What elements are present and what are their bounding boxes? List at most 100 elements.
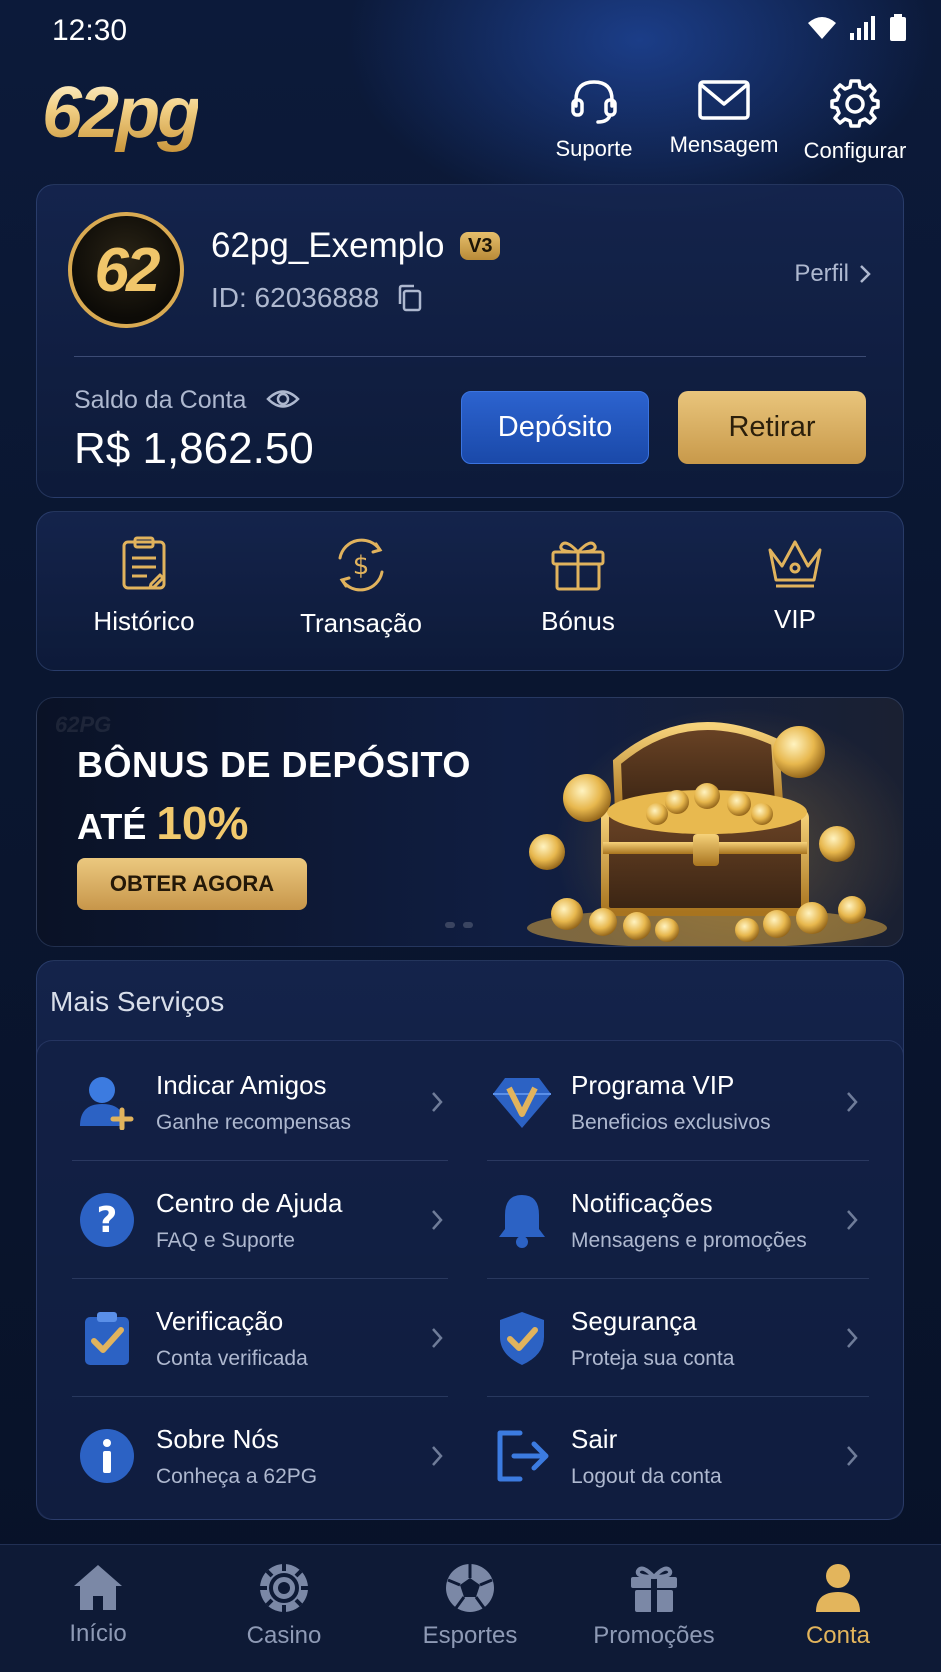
chevron-right-icon [847,1210,858,1230]
service-logout[interactable]: Sair Logout da conta [487,1397,867,1515]
banner-percentage: 10% [156,797,249,849]
service-title: Sair [571,1423,618,1454]
nav-sports-label: Esportes [422,1622,518,1649]
avatar[interactable]: 62 [68,212,184,328]
divider [74,356,866,357]
crown-icon [768,540,822,588]
help-icon: ? [80,1193,134,1247]
message-button[interactable]: Mensagem [655,78,793,164]
svg-text:$: $ [353,551,370,581]
service-notifications[interactable]: Notificações Mensagens e promoções [487,1161,867,1279]
deposit-button[interactable]: Depósito [461,391,649,464]
service-verification[interactable]: Verificação Conta verificada [72,1279,452,1397]
nav-casino-label: Casino [246,1622,322,1649]
support-label: Suporte [555,136,633,161]
quick-action-history[interactable]: Histórico [44,536,244,637]
support-button[interactable]: Suporte [533,78,655,164]
brand-logo[interactable]: 62pg [42,72,201,154]
nav-account[interactable]: Conta [748,1562,928,1650]
balance-label: Saldo da Conta [74,386,247,414]
vip-level-badge: V3 [460,232,501,260]
nav-home-label: Início [69,1620,127,1647]
svg-text:?: ? [97,1200,118,1241]
chevron-right-icon [847,1328,858,1348]
service-subtitle: Mensagens e promoções [571,1228,807,1252]
gift-icon [631,1566,677,1612]
service-title: Centro de Ajuda [156,1187,343,1218]
signal-icon [850,16,875,40]
chevron-right-icon [432,1210,443,1230]
home-icon [74,1565,122,1610]
eye-icon[interactable] [266,386,300,412]
settings-label: Configurar [803,138,907,163]
bell-icon [499,1195,545,1248]
banner-subtitle-prefix: ATÉ [77,806,157,847]
user-id: ID: 62036888 [211,282,380,313]
profile-link-label: Perfil [794,260,849,287]
vip-diamond-icon [493,1078,551,1128]
quick-action-transaction[interactable]: $ Transação [261,536,461,639]
service-subtitle: Beneficios exclusivos [571,1110,771,1134]
profile-link[interactable]: Perfil [794,260,871,288]
quick-action-history-label: Histórico [93,606,195,636]
casino-chip-icon [260,1564,308,1612]
quick-action-transaction-label: Transação [300,608,422,638]
chevron-right-icon [847,1092,858,1112]
banner-watermark: 62PG [55,712,112,737]
banner-pagination[interactable] [445,922,473,928]
battery-icon [890,14,906,41]
nav-casino[interactable]: Casino [194,1562,374,1650]
services-title: Mais Serviços [50,986,225,1017]
service-title: Verificação [156,1305,284,1336]
service-vip-program[interactable]: Programa VIP Beneficios exclusivos [487,1043,867,1161]
info-icon [80,1429,134,1483]
nav-promotions-label: Promoções [593,1622,715,1649]
service-title: Indicar Amigos [156,1069,327,1100]
chevron-right-icon [432,1092,443,1112]
treasure-chest-icon [527,722,887,946]
shield-check-icon [500,1312,544,1365]
service-refer-friends[interactable]: Indicar Amigos Ganhe recompensas [72,1043,452,1161]
service-subtitle: Ganhe recompensas [156,1110,351,1134]
quick-action-bonus[interactable]: Bónus [478,536,678,637]
user-icon [816,1564,860,1612]
service-subtitle: FAQ e Suporte [156,1228,295,1252]
verified-clipboard-icon [85,1312,129,1365]
dollar-cycle-icon: $ [338,538,384,592]
service-security[interactable]: Segurança Proteja sua conta [487,1279,867,1397]
service-about-us[interactable]: Sobre Nós Conheça a 62PG [72,1397,452,1515]
nav-sports[interactable]: Esportes [380,1562,560,1650]
add-user-icon [80,1077,134,1130]
quick-action-bonus-label: Bónus [541,606,615,636]
quick-action-vip-label: VIP [774,604,816,634]
soccer-ball-icon [446,1564,494,1612]
chevron-right-icon [847,1446,858,1466]
mail-icon [698,80,750,120]
gear-icon [830,79,880,128]
message-label: Mensagem [669,132,779,157]
nav-account-label: Conta [805,1622,871,1649]
banner-subtitle: ATÉ 10% [77,796,248,850]
balance-value: R$ 1,862.50 [74,424,314,473]
settings-button[interactable]: Configurar [793,78,917,164]
chevron-right-icon [432,1328,443,1348]
copy-icon[interactable] [397,284,423,312]
clipboard-icon [122,536,166,590]
service-subtitle: Conta verificada [156,1346,308,1370]
quick-action-vip[interactable]: VIP [695,536,895,635]
service-title: Notificações [571,1187,713,1218]
service-title: Sobre Nós [156,1423,279,1454]
withdraw-button[interactable]: Retirar [678,391,866,464]
banner-cta-button[interactable]: OBTER AGORA [77,858,307,910]
chevron-right-icon [432,1446,443,1466]
service-title: Programa VIP [571,1069,735,1100]
promo-banner[interactable]: 62PG BÔNUS DE DEPÓSITO ATÉ 10% OBTER AGO… [36,697,904,947]
logout-icon [497,1430,549,1482]
status-icons [807,14,907,42]
service-help-center[interactable]: ? Centro de Ajuda FAQ e Suporte [72,1161,452,1279]
service-subtitle: Conheça a 62PG [156,1464,318,1488]
nav-home[interactable]: Início [8,1562,188,1648]
username: 62pg_Exemplo [211,226,445,265]
banner-title: BÔNUS DE DEPÓSITO [77,744,471,785]
nav-promotions[interactable]: Promoções [564,1562,744,1650]
